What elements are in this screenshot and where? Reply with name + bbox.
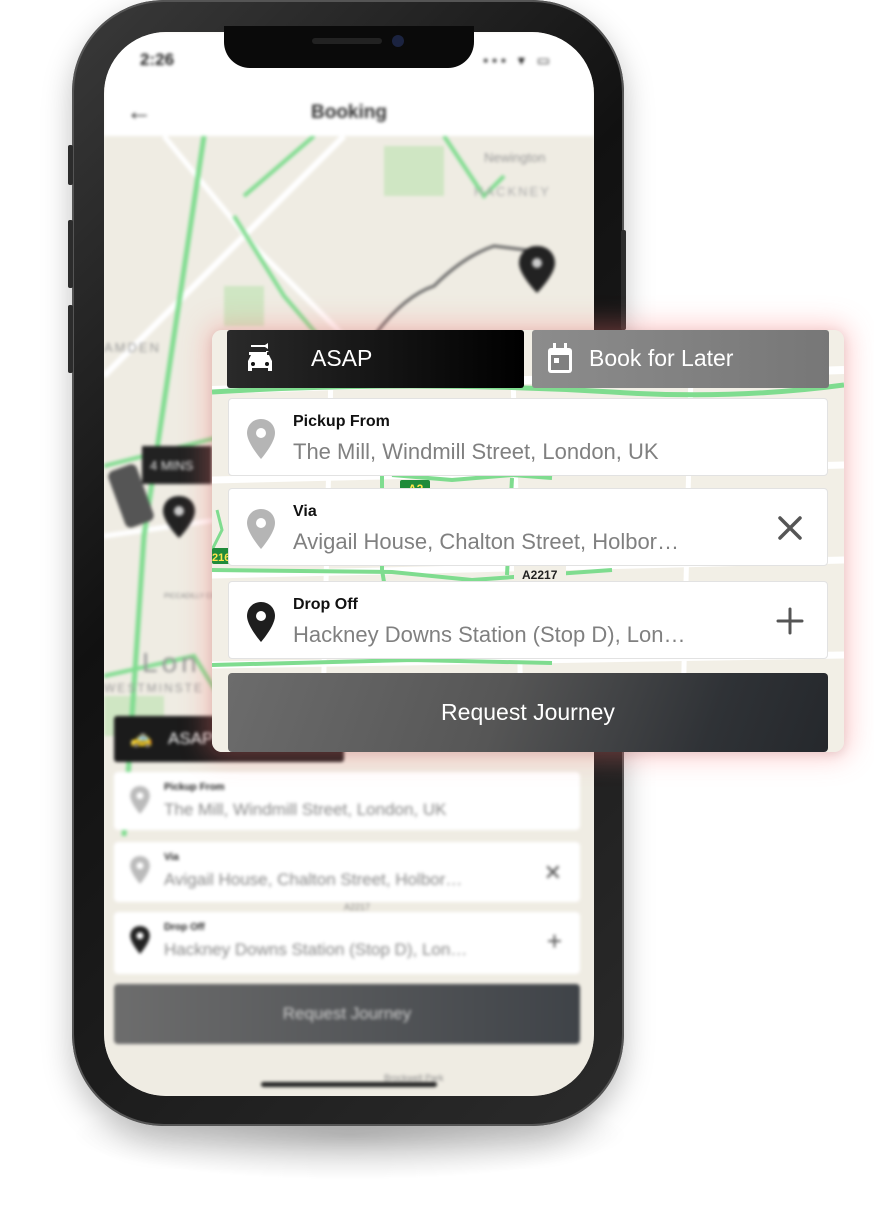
- pickup-label: Pickup From: [293, 413, 390, 430]
- phone-notch: [224, 26, 474, 68]
- map-label-westminster: WESTMINSTE: [104, 681, 204, 695]
- status-time: 2:26: [140, 50, 175, 69]
- power-button: [621, 230, 626, 330]
- location-pin-icon: [130, 786, 150, 819]
- volume-down-button: [68, 305, 73, 373]
- volume-up-button: [68, 220, 73, 288]
- via-field[interactable]: Via Avigail House, Chalton Street, Holbo…: [228, 488, 828, 566]
- mini-pickup-label: Pickup From: [164, 782, 225, 793]
- plus-icon[interactable]: +: [547, 926, 562, 957]
- location-pin-icon: [130, 926, 150, 959]
- home-indicator: [261, 1082, 437, 1087]
- location-pin-icon: [130, 856, 150, 889]
- dropoff-field[interactable]: Drop Off Hackney Downs Station (Stop D),…: [228, 581, 828, 659]
- tab-asap[interactable]: ASAP: [227, 330, 524, 388]
- via-label: Via: [293, 503, 317, 520]
- mini-via-field[interactable]: Via Avigail House, Chalton Street, Holbo…: [114, 842, 580, 902]
- location-pin-icon: [247, 509, 275, 549]
- phone-speaker: [312, 38, 382, 44]
- eta-text: 4 MINS: [150, 458, 194, 473]
- map-label-camden: AMDEN: [104, 340, 161, 355]
- mini-pickup-value: The Mill, Windmill Street, London, UK: [164, 800, 447, 819]
- mini-via-value: Avigail House, Chalton Street, Holbor…: [164, 870, 463, 889]
- mute-switch: [68, 145, 73, 185]
- map-park: [224, 286, 264, 326]
- plus-icon[interactable]: [775, 606, 805, 636]
- tab-book-later[interactable]: Book for Later: [532, 330, 829, 388]
- eta-badge: 4 MINS: [142, 446, 212, 484]
- location-pin-icon: [247, 419, 275, 459]
- calendar-icon: [548, 343, 572, 373]
- phone-camera: [392, 35, 404, 47]
- request-journey-button[interactable]: Request Journey: [228, 673, 828, 752]
- mini-asap-label: ASAP: [168, 729, 214, 748]
- pickup-value[interactable]: The Mill, Windmill Street, London, UK: [293, 439, 659, 465]
- tab-asap-label: ASAP: [311, 345, 373, 371]
- mini-dropoff-label: Drop Off: [164, 922, 205, 933]
- mini-road-label: A2217: [344, 902, 371, 912]
- map-label-newington: Newington: [484, 150, 545, 165]
- app-header: ← Booking: [104, 92, 594, 136]
- dropoff-label: Drop Off: [293, 596, 358, 613]
- car-icon: 🚕: [130, 728, 153, 748]
- road-label-a2217: A2217: [514, 566, 566, 582]
- booking-panel: A2 216 A2217 ASAP Book for L: [212, 330, 844, 752]
- car-icon: [248, 343, 272, 371]
- mini-dropoff-field[interactable]: Drop Off Hackney Downs Station (Stop D),…: [114, 912, 580, 974]
- status-icons: ••• ▾ ▭: [483, 52, 554, 68]
- dropoff-value[interactable]: Hackney Downs Station (Stop D), Lon…: [293, 622, 686, 648]
- map-park: [384, 146, 444, 196]
- mini-via-label: Via: [164, 852, 179, 863]
- mini-request-journey-button[interactable]: Request Journey: [114, 984, 580, 1044]
- pickup-field[interactable]: Pickup From The Mill, Windmill Street, L…: [228, 398, 828, 476]
- road-label-a2217-text: A2217: [522, 568, 558, 582]
- map-label-london: Lon: [142, 647, 201, 678]
- mini-dropoff-value: Hackney Downs Station (Stop D), Lon…: [164, 940, 468, 959]
- close-icon[interactable]: [775, 513, 805, 543]
- location-pin-icon: [247, 602, 275, 642]
- page-title: Booking: [311, 102, 387, 123]
- tab-book-later-label: Book for Later: [589, 345, 734, 371]
- map-label-hackney: HACKNEY: [474, 184, 551, 199]
- via-value[interactable]: Avigail House, Chalton Street, Holbor…: [293, 529, 679, 555]
- mini-pickup-field[interactable]: Pickup From The Mill, Windmill Street, L…: [114, 772, 580, 830]
- close-icon[interactable]: ✕: [544, 860, 562, 886]
